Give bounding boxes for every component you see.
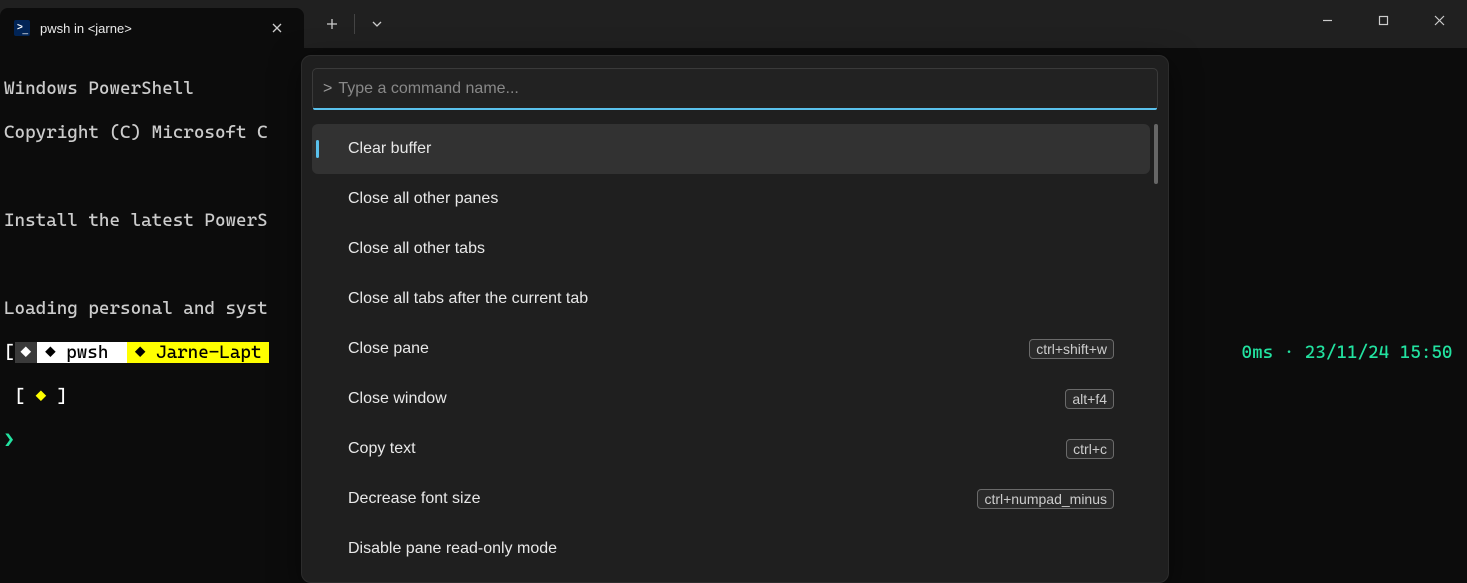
maximize-button[interactable] (1355, 0, 1411, 40)
window-close-button[interactable] (1411, 0, 1467, 40)
scrollbar[interactable] (1153, 124, 1158, 582)
keyboard-shortcut: alt+f4 (1065, 389, 1114, 409)
command-item-label: Disable pane read-only mode (348, 540, 557, 558)
command-item-label: Clear buffer (348, 140, 431, 158)
command-item[interactable]: Close all other panes (312, 174, 1150, 224)
close-icon (1434, 15, 1445, 26)
prompt-right: 0ms · 23/11/24 15:50 (1242, 342, 1463, 364)
command-item[interactable]: Copy text ctrl+c (312, 424, 1150, 474)
window-controls (1299, 0, 1467, 40)
command-search-input[interactable] (338, 80, 1147, 98)
command-item[interactable]: Close window alt+f4 (312, 374, 1150, 424)
command-palette: > Clear buffer Close all other panes Close… (301, 55, 1169, 583)
keyboard-shortcut: ctrl+shift+w (1029, 339, 1114, 359)
minimize-icon (1322, 15, 1333, 26)
command-item[interactable]: Close all tabs after the current tab (312, 274, 1150, 324)
plus-icon (326, 18, 338, 30)
command-item-label: Close all other tabs (348, 240, 485, 258)
search-prefix: > (323, 80, 332, 98)
close-icon (272, 23, 282, 33)
scrollbar-thumb[interactable] (1154, 124, 1158, 184)
tab-close-button[interactable] (262, 13, 292, 43)
chevron-down-icon (371, 18, 383, 30)
command-item-label: Copy text (348, 440, 416, 458)
powershell-icon (14, 20, 30, 36)
command-item[interactable]: Clear buffer (312, 124, 1150, 174)
command-item[interactable]: Decrease font size ctrl+numpad_minus (312, 474, 1150, 524)
tab-actions (312, 0, 397, 48)
titlebar: pwsh in <jarne> (0, 0, 1467, 48)
prompt-left: [◆◆ pwsh ◆ Jarne-Lapt (4, 342, 269, 364)
command-results: Clear buffer Close all other panes Close a… (312, 124, 1158, 582)
command-search-wrap[interactable]: > (312, 68, 1158, 110)
tab-active[interactable]: pwsh in <jarne> (0, 8, 304, 48)
minimize-button[interactable] (1299, 0, 1355, 40)
command-item-label: Close window (348, 390, 447, 408)
new-tab-button[interactable] (312, 0, 352, 48)
command-item-label: Close all other panes (348, 190, 498, 208)
command-item-label: Close pane (348, 340, 429, 358)
command-item[interactable]: Disable pane read-only mode (312, 524, 1150, 574)
command-item[interactable]: Close all other tabs (312, 224, 1150, 274)
command-item-label: Decrease font size (348, 490, 481, 508)
tab-title: pwsh in <jarne> (40, 21, 252, 36)
keyboard-shortcut: ctrl+numpad_minus (977, 489, 1114, 509)
command-item[interactable]: Close pane ctrl+shift+w (312, 324, 1150, 374)
command-item-label: Close all tabs after the current tab (348, 290, 588, 308)
divider (354, 14, 355, 34)
keyboard-shortcut: ctrl+c (1066, 439, 1114, 459)
tab-dropdown-button[interactable] (357, 0, 397, 48)
maximize-icon (1378, 15, 1389, 26)
